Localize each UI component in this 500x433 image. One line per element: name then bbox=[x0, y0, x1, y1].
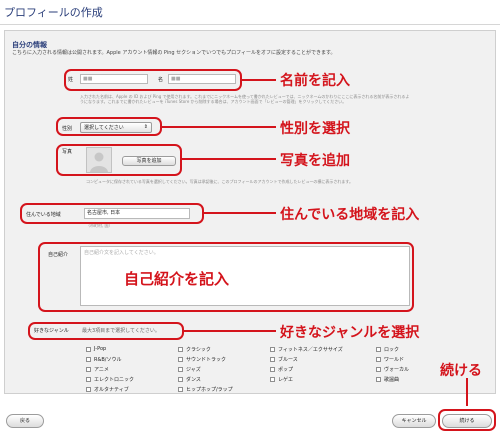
name-note: 入力された名前は、Apple の ID および Ping で使用されます。これま… bbox=[80, 94, 410, 104]
checkbox[interactable] bbox=[376, 377, 381, 382]
location-highlight-box bbox=[20, 203, 204, 224]
checkbox[interactable] bbox=[178, 357, 183, 362]
genre-option[interactable]: ヴォーカル bbox=[376, 366, 409, 373]
name-callout-line bbox=[242, 79, 276, 81]
gender-highlight-box bbox=[56, 117, 162, 136]
checkbox[interactable] bbox=[270, 347, 275, 352]
genre-option[interactable]: フィットネス／エクササイズ bbox=[270, 346, 343, 353]
genre-option[interactable]: ヒップホップ/ラップ bbox=[178, 386, 233, 393]
checkbox[interactable] bbox=[178, 377, 183, 382]
photo-note: コンピュータに保存されている写真を選択してください。写真は承認後に、このプロフィ… bbox=[86, 179, 354, 184]
checkbox[interactable] bbox=[376, 347, 381, 352]
genre-highlight-box bbox=[28, 322, 184, 340]
photo-callout-line bbox=[182, 158, 276, 160]
checkbox[interactable] bbox=[376, 367, 381, 372]
checkbox[interactable] bbox=[86, 387, 91, 392]
checkbox[interactable] bbox=[270, 357, 275, 362]
about-callout: 自己紹介を記入 bbox=[124, 270, 230, 288]
genre-option[interactable]: クラシック bbox=[178, 346, 211, 353]
genre-option[interactable]: R&B/ソウル bbox=[86, 356, 122, 363]
gender-callout-line bbox=[162, 126, 276, 128]
title-divider bbox=[0, 24, 500, 25]
checkbox[interactable] bbox=[86, 377, 91, 382]
genre-option[interactable]: ロック bbox=[376, 346, 399, 353]
checkbox[interactable] bbox=[178, 367, 183, 372]
genre-option[interactable]: ワールド bbox=[376, 356, 404, 363]
genre-option[interactable]: ジャズ bbox=[178, 366, 201, 373]
checkbox[interactable] bbox=[178, 347, 183, 352]
genre-option[interactable]: エレクトロニック bbox=[86, 376, 134, 383]
genre-option[interactable]: J-Pop bbox=[86, 346, 106, 352]
checkbox[interactable] bbox=[86, 367, 91, 372]
genre-option[interactable]: ポップ bbox=[270, 366, 293, 373]
genre-option[interactable]: ブルース bbox=[270, 356, 298, 363]
genre-option[interactable]: 歌謡曲 bbox=[376, 376, 399, 383]
intro-text: こちらに入力される情報は公開されます。Apple アカウント情報の Ping セ… bbox=[12, 50, 336, 56]
photo-highlight-box bbox=[56, 144, 182, 176]
genre-callout-line bbox=[184, 330, 276, 332]
checkbox[interactable] bbox=[86, 346, 91, 352]
gender-callout: 性別を選択 bbox=[280, 121, 350, 137]
page-title: プロフィールの作成 bbox=[4, 6, 103, 19]
genre-option[interactable]: アニメ bbox=[86, 366, 109, 373]
checkbox[interactable] bbox=[86, 357, 91, 362]
genre-option[interactable]: レゲエ bbox=[270, 376, 293, 383]
location-callout: 住んでいる地域を記入 bbox=[280, 207, 420, 223]
back-button[interactable]: 戻る bbox=[6, 414, 44, 428]
continue-highlight-box bbox=[438, 409, 496, 431]
checkbox[interactable] bbox=[270, 377, 275, 382]
genre-callout: 好きなジャンルを選択 bbox=[280, 325, 420, 341]
checkbox[interactable] bbox=[270, 367, 275, 372]
location-callout-line bbox=[204, 212, 276, 214]
continue-callout-line bbox=[466, 378, 468, 406]
name-callout: 名前を記入 bbox=[280, 73, 350, 89]
photo-callout: 写真を追加 bbox=[280, 153, 350, 169]
name-highlight-box bbox=[64, 69, 242, 91]
genre-option[interactable]: オルタナティブ bbox=[86, 386, 129, 393]
genre-option[interactable]: ダンス bbox=[178, 376, 201, 383]
genre-option[interactable]: サウンドトラック bbox=[178, 356, 226, 363]
checkbox[interactable] bbox=[376, 357, 381, 362]
continue-callout: 続ける bbox=[440, 363, 482, 379]
checkbox[interactable] bbox=[178, 387, 183, 392]
cancel-button[interactable]: キャンセル bbox=[392, 414, 436, 428]
